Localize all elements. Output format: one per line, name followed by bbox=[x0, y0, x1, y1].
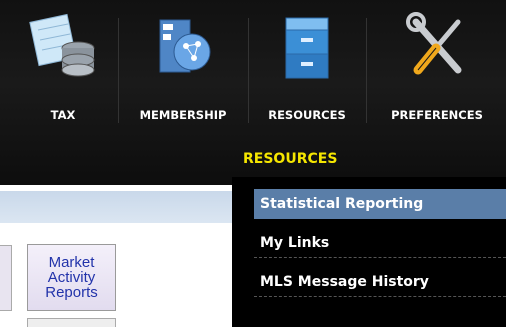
tax-icon bbox=[28, 8, 98, 84]
menu-item-my-links[interactable]: My Links bbox=[254, 228, 506, 258]
menu-item-label: Statistical Reporting bbox=[260, 196, 424, 212]
nav-label-preferences: PREFERENCES bbox=[391, 108, 483, 122]
submenu-title: RESOURCES bbox=[243, 151, 338, 167]
menu-item-statistical-reporting[interactable]: Statistical Reporting bbox=[254, 189, 506, 219]
market-activity-reports-tile[interactable]: Market Activity Reports bbox=[27, 244, 116, 311]
nav-label-tax: TAX bbox=[50, 108, 76, 122]
nav-label-membership: MEMBERSHIP bbox=[139, 108, 227, 122]
partial-tile[interactable] bbox=[0, 245, 12, 311]
nav-item-tax[interactable]: TAX bbox=[28, 8, 98, 128]
resources-dropdown-menu: Statistical Reporting My Links MLS Messa… bbox=[232, 177, 506, 327]
nav-item-resources[interactable]: RESOURCES bbox=[254, 8, 360, 128]
nav-separator bbox=[248, 18, 249, 123]
menu-item-label: MLS Message History bbox=[260, 274, 429, 290]
membership-icon bbox=[148, 8, 218, 84]
top-navigation-bar: TAX MEMBERSHIP RESOURCES PREFERENCES RES… bbox=[0, 0, 506, 185]
tile-label: Market Activity Reports bbox=[45, 254, 98, 301]
menu-item-mls-message-history[interactable]: MLS Message History bbox=[254, 267, 506, 297]
content-header-bar bbox=[0, 191, 232, 223]
nav-label-resources: RESOURCES bbox=[268, 108, 346, 122]
nav-item-preferences[interactable]: PREFERENCES bbox=[374, 8, 500, 128]
preferences-icon bbox=[402, 8, 472, 84]
nav-separator bbox=[366, 18, 367, 123]
nav-item-membership[interactable]: MEMBERSHIP bbox=[128, 8, 238, 128]
partial-tile[interactable] bbox=[27, 318, 116, 327]
resources-icon bbox=[272, 8, 342, 84]
nav-separator bbox=[118, 18, 119, 123]
menu-item-label: My Links bbox=[260, 235, 330, 251]
